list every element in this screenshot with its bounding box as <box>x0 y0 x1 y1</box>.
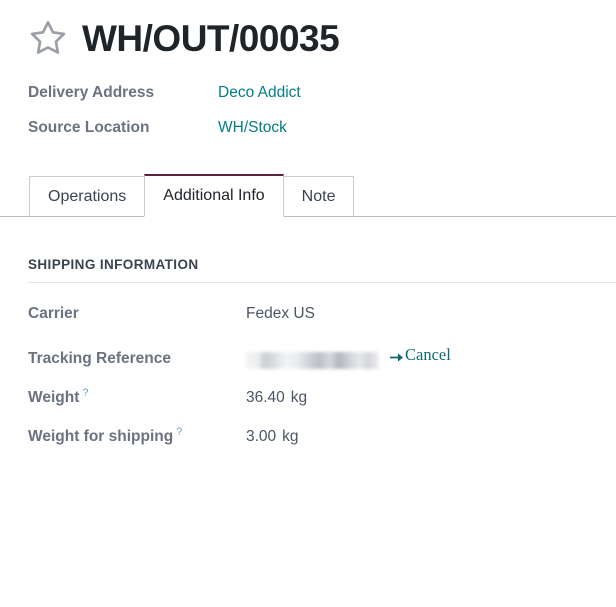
tab-bar: Operations Additional Info Note <box>0 169 616 217</box>
weight-for-shipping-help-icon[interactable]: ? <box>176 426 182 438</box>
field-row-tracking-reference: Tracking Reference Cancel <box>28 344 616 369</box>
carrier-label: Carrier <box>28 305 79 322</box>
weight-label: Weight? <box>28 387 246 407</box>
field-row-delivery-address: Delivery Address Deco Addict <box>28 84 616 102</box>
record-header: WH/OUT/00035 <box>0 0 616 58</box>
field-row-source-location: Source Location WH/Stock <box>28 119 616 137</box>
weight-for-shipping-unit: kg <box>282 427 299 445</box>
source-location-label: Source Location <box>28 119 150 136</box>
carrier-value[interactable]: Fedex US <box>246 305 315 323</box>
shipping-information-section: SHIPPING INFORMATION Carrier Fedex US Tr… <box>0 257 616 446</box>
weight-value: 36.40 <box>246 388 285 406</box>
shipping-field-group: Carrier Fedex US Tracking Reference Canc… <box>28 305 616 446</box>
page-title: WH/OUT/00035 <box>82 17 340 59</box>
cancel-tracking-button[interactable]: Cancel <box>389 345 451 365</box>
field-row-weight: Weight? 36.40 kg <box>28 387 616 407</box>
delivery-address-label: Delivery Address <box>28 84 155 101</box>
redacted-value-blur <box>246 351 379 369</box>
tab-list: Operations Additional Info Note <box>29 174 355 217</box>
star-outline-icon[interactable] <box>28 18 68 58</box>
tab-additional-info[interactable]: Additional Info <box>144 174 284 217</box>
weight-for-shipping-label-text: Weight for shipping <box>28 427 174 445</box>
section-title: SHIPPING INFORMATION <box>28 257 199 272</box>
weight-value-group[interactable]: 36.40 kg <box>246 389 307 407</box>
weight-for-shipping-label: Weight for shipping? <box>28 426 246 446</box>
arrow-right-icon <box>389 349 404 362</box>
weight-help-icon[interactable]: ? <box>82 387 88 399</box>
field-row-weight-for-shipping: Weight for shipping? 3.00 kg <box>28 426 616 446</box>
tab-operations[interactable]: Operations <box>29 176 146 217</box>
tracking-reference-value[interactable] <box>246 350 379 369</box>
weight-unit: kg <box>290 388 308 406</box>
field-row-carrier: Carrier Fedex US <box>28 305 616 325</box>
section-divider <box>28 282 616 283</box>
tab-note[interactable]: Note <box>282 176 355 217</box>
source-location-value[interactable]: WH/Stock <box>218 119 287 137</box>
weight-for-shipping-value: 3.00 <box>246 427 277 445</box>
weight-label-text: Weight <box>28 388 80 406</box>
header-field-group: Delivery Address Deco Addict Source Loca… <box>28 84 616 137</box>
weight-for-shipping-value-group[interactable]: 3.00 kg <box>246 428 299 446</box>
delivery-address-value[interactable]: Deco Addict <box>218 84 301 102</box>
tracking-reference-label: Tracking Reference <box>28 349 172 367</box>
cancel-label: Cancel <box>405 345 451 364</box>
